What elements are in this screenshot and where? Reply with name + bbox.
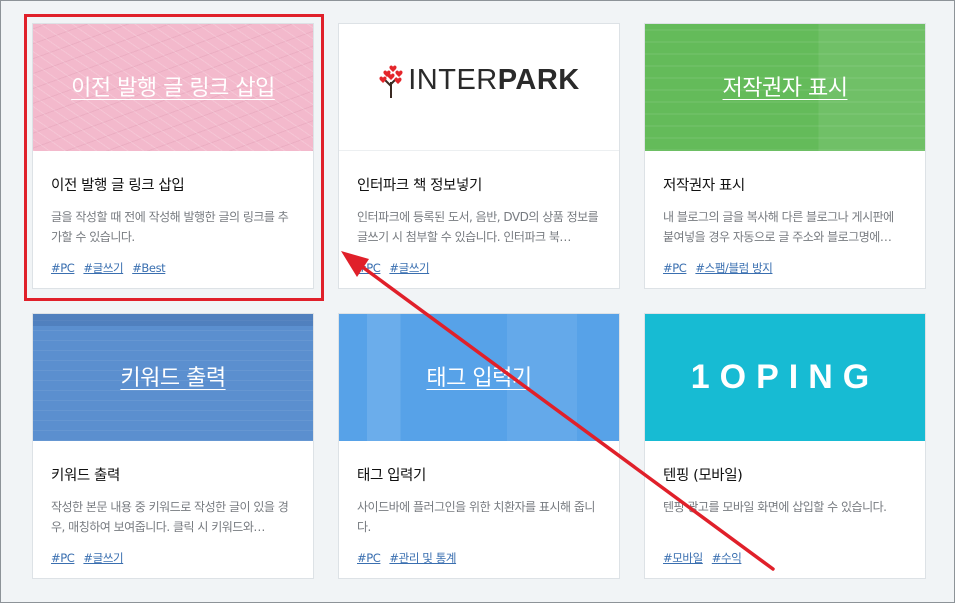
card-description: 글을 작성할 때 전에 작성해 발행한 글의 링크를 추가할 수 있습니다. — [51, 210, 289, 244]
plugin-card-prev-link[interactable]: 이전 발행 글 링크 삽입 이전 발행 글 링크 삽입 글을 작성할 때 전에 … — [32, 23, 314, 289]
card-description: 텐핑 광고를 모바일 화면에 삽입할 수 있습니다. — [663, 500, 887, 514]
tag-link[interactable]: #PC — [357, 551, 381, 565]
card-description: 사이드바에 플러그인을 위한 치환자를 표시해 줍니다. — [357, 500, 595, 534]
card-banner: 키워드 출력 — [33, 314, 313, 441]
interpark-logo: INTERPARK — [339, 64, 619, 99]
tag-link[interactable]: #PC — [663, 261, 687, 275]
tag-link[interactable]: #PC — [51, 261, 75, 275]
card-title[interactable]: 키워드 출력 — [51, 464, 295, 485]
card-description: 인터파크에 등록된 도서, 음반, DVD의 상품 정보를 글쓰기 시 첨부할 … — [357, 210, 599, 244]
tag-link[interactable]: #Best — [132, 261, 166, 275]
card-banner: 1OPING — [645, 314, 925, 441]
card-banner: 태그 입력기 — [339, 314, 619, 441]
tag-link[interactable]: #모바일 — [663, 551, 703, 565]
interpark-tree-icon — [379, 65, 403, 99]
tag-link[interactable]: #수익 — [712, 551, 742, 565]
banner-title: 태그 입력기 — [426, 366, 532, 391]
banner-title: 이전 발행 글 링크 삽입 — [71, 76, 275, 101]
card-banner: INTERPARK — [339, 24, 619, 151]
plugin-card-keyword[interactable]: 키워드 출력 키워드 출력 작성한 본문 내용 중 키워드로 작성한 글이 있을… — [32, 313, 314, 579]
card-tags: #PC #글쓰기 #Best — [51, 260, 295, 276]
tag-link[interactable]: #글쓰기 — [83, 261, 123, 275]
card-title[interactable]: 태그 입력기 — [357, 464, 601, 485]
card-banner: 이전 발행 글 링크 삽입 — [33, 24, 313, 151]
tag-link[interactable]: #스팸/블럼 방지 — [695, 261, 772, 275]
card-description: 작성한 본문 내용 중 키워드로 작성한 글이 있을 경우, 매칭하여 보여줍니… — [51, 500, 289, 534]
tag-link[interactable]: #글쓰기 — [389, 261, 429, 275]
card-title[interactable]: 인터파크 책 정보넣기 — [357, 174, 601, 195]
banner-title: 키워드 출력 — [120, 366, 226, 391]
tag-link[interactable]: #PC — [357, 261, 381, 275]
tag-link[interactable]: #PC — [51, 551, 75, 565]
banner-title: 저작권자 표시 — [722, 76, 848, 101]
card-banner: 저작권자 표시 — [645, 24, 925, 151]
card-description: 내 블로그의 글을 복사해 다른 블로그나 게시판에 붙여넣을 경우 자동으로 … — [663, 210, 894, 244]
tenping-logo: 1OPING — [690, 358, 880, 396]
card-title[interactable]: 텐핑 (모바일) — [663, 464, 907, 485]
logo-text-inter: INTER — [408, 64, 498, 96]
plugin-card-tenping[interactable]: 1OPING 텐핑 (모바일) 텐핑 광고를 모바일 화면에 삽입할 수 있습니… — [644, 313, 926, 579]
card-tags: #PC #관리 및 통계 — [357, 550, 601, 566]
card-tags: #PC #글쓰기 — [51, 550, 295, 566]
plugin-card-tag-input[interactable]: 태그 입력기 태그 입력기 사이드바에 플러그인을 위한 치환자를 표시해 줍니… — [338, 313, 620, 579]
plugin-card-copyright[interactable]: 저작권자 표시 저작권자 표시 내 블로그의 글을 복사해 다른 블로그나 게시… — [644, 23, 926, 289]
tag-link[interactable]: #관리 및 통계 — [389, 551, 456, 565]
card-title[interactable]: 저작권자 표시 — [663, 174, 907, 195]
logo-text-park: PARK — [497, 64, 580, 96]
tag-link[interactable]: #글쓰기 — [83, 551, 123, 565]
card-tags: #PC #스팸/블럼 방지 — [663, 260, 907, 276]
card-tags: #PC #글쓰기 — [357, 260, 601, 276]
card-title[interactable]: 이전 발행 글 링크 삽입 — [51, 174, 295, 195]
card-tags: #모바일 #수익 — [663, 550, 907, 566]
plugin-card-interpark[interactable]: INTERPARK 인터파크 책 정보넣기 인터파크에 등록된 도서, 음반, … — [338, 23, 620, 289]
